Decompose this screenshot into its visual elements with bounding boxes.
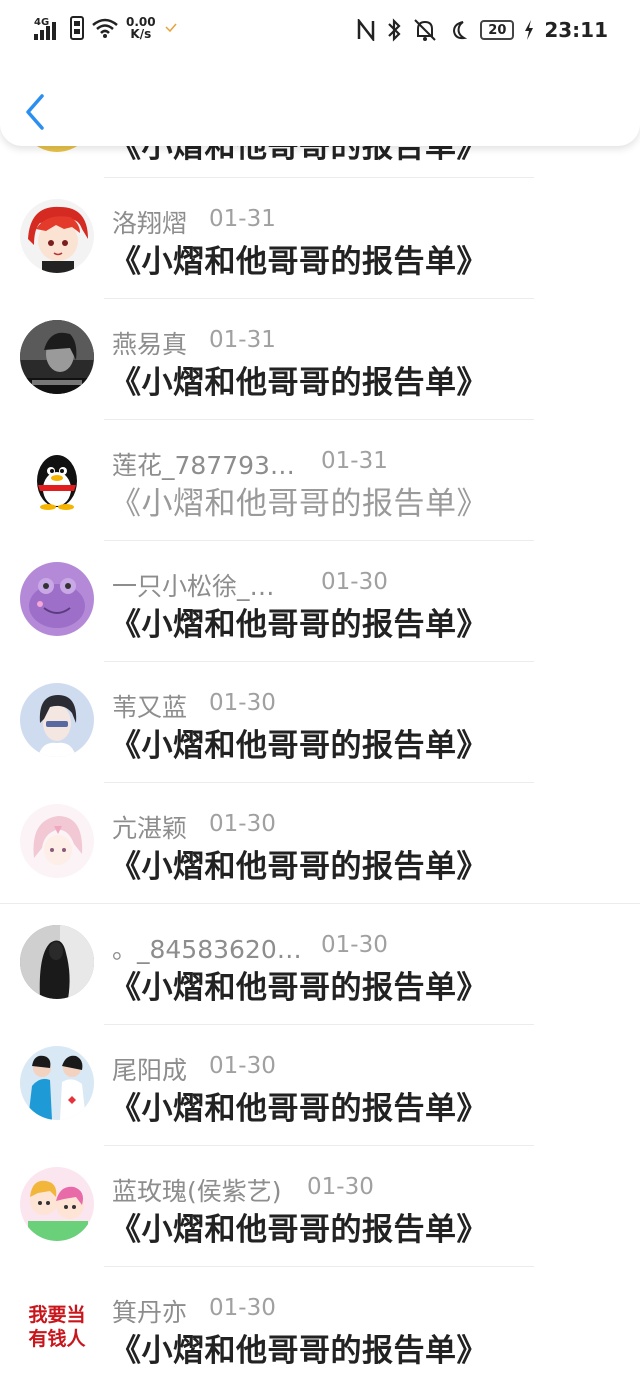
clock: 23:11 bbox=[544, 18, 608, 42]
avatar bbox=[20, 562, 94, 636]
avatar bbox=[20, 1046, 94, 1120]
message-date: 01-30 bbox=[307, 1174, 374, 1200]
nfc-icon bbox=[358, 19, 375, 41]
list-item[interactable]: 莲花_787793… 01-31 《小熠和他哥哥的报告单》 bbox=[0, 420, 640, 541]
sender-name: 莲花_787793… bbox=[112, 451, 295, 480]
avatar bbox=[20, 199, 94, 273]
avatar bbox=[20, 925, 94, 999]
bluetooth-icon bbox=[388, 18, 401, 42]
chevron-left-icon[interactable] bbox=[22, 92, 48, 132]
message-date: 01-30 bbox=[321, 932, 388, 958]
avatar-text-line1: 我要当 bbox=[28, 1303, 85, 1326]
sender-name: 尾阳成 bbox=[112, 1056, 188, 1085]
list-item[interactable]: 一只小松徐_… 01-30 《小熠和他哥哥的报告单》 bbox=[0, 541, 640, 662]
message-title: 《小熠和他哥哥的报告单》 bbox=[110, 486, 488, 522]
list-item[interactable]: 燕易真 01-31 《小熠和他哥哥的报告单》 bbox=[0, 299, 640, 420]
message-date: 01-30 bbox=[209, 1295, 276, 1321]
sender-name: 一只小松徐_… bbox=[112, 572, 275, 601]
list-item[interactable]: 苇又蓝 01-30 《小熠和他哥哥的报告单》 bbox=[0, 662, 640, 783]
message-date: 01-31 bbox=[321, 448, 388, 474]
list-item[interactable]: 。_84583620… 01-30 《小熠和他哥哥的报告单》 bbox=[0, 904, 640, 1025]
avatar-text-line2: 有钱人 bbox=[28, 1327, 86, 1350]
speed-unit: K/s bbox=[130, 27, 152, 41]
message-title: 《小熠和他哥哥的报告单》 bbox=[110, 849, 488, 885]
sender-name: 蓝玫瑰(侯紫艺) bbox=[112, 1177, 282, 1206]
message-date: 01-31 bbox=[209, 206, 276, 232]
moon-icon bbox=[453, 21, 468, 40]
sender-name: 燕易真 bbox=[112, 330, 188, 359]
message-title: 《小熠和他哥哥的报告单》 bbox=[110, 728, 488, 764]
avatar bbox=[20, 320, 94, 394]
avatar bbox=[20, 804, 94, 878]
sender-name: 苇又蓝 bbox=[112, 693, 188, 722]
message-title: 《小熠和他哥哥的报告单》 bbox=[110, 244, 488, 280]
message-list-screen: 《小熠和他哥哥的报告单》 洛翔熠 01-31 《小熠和他哥哥的报告单》 燕易真 … bbox=[0, 0, 640, 1387]
message-title: 《小熠和他哥哥的报告单》 bbox=[110, 607, 488, 643]
message-title: 《小熠和他哥哥的报告单》 bbox=[110, 970, 488, 1006]
message-title: 《小熠和他哥哥的报告单》 bbox=[110, 365, 488, 401]
status-bar: 4G 0.00 K/s 20 23:11 bbox=[0, 0, 640, 64]
text-avatar: 我要当 有钱人 bbox=[20, 1288, 94, 1362]
qq-penguin-avatar bbox=[20, 441, 94, 515]
location-check-icon bbox=[165, 23, 177, 33]
wifi-icon bbox=[92, 18, 118, 38]
avatar bbox=[20, 1167, 94, 1241]
message-date: 01-30 bbox=[321, 569, 388, 595]
sender-name: 箕丹亦 bbox=[112, 1298, 188, 1327]
signal-icon: 4G bbox=[34, 17, 56, 40]
mute-bell-icon bbox=[414, 19, 437, 41]
charging-icon bbox=[525, 20, 534, 40]
sender-name: 。_84583620… bbox=[112, 935, 302, 964]
sender-name: 亢湛颖 bbox=[112, 814, 188, 843]
top-header: 4G 0.00 K/s 20 23:11 bbox=[0, 0, 640, 146]
message-title: 《小熠和他哥哥的报告单》 bbox=[110, 1212, 488, 1248]
sender-name: 洛翔熠 bbox=[112, 209, 188, 238]
list-item[interactable]: 蓝玫瑰(侯紫艺) 01-30 《小熠和他哥哥的报告单》 bbox=[0, 1146, 640, 1267]
network-speed: 0.00 K/s bbox=[126, 16, 156, 40]
sim-icon bbox=[70, 16, 84, 40]
battery-level: 20 bbox=[480, 20, 515, 40]
message-date: 01-30 bbox=[209, 811, 276, 837]
message-date: 01-31 bbox=[209, 327, 276, 353]
list-item[interactable]: 亢湛颖 01-30 《小熠和他哥哥的报告单》 bbox=[0, 783, 640, 904]
message-title: 《小熠和他哥哥的报告单》 bbox=[110, 1333, 488, 1369]
message-title: 《小熠和他哥哥的报告单》 bbox=[110, 1091, 488, 1127]
list-item[interactable]: 我要当 有钱人 箕丹亦 01-30 《小熠和他哥哥的报告单》 bbox=[0, 1267, 640, 1387]
list-item[interactable]: 尾阳成 01-30 《小熠和他哥哥的报告单》 bbox=[0, 1025, 640, 1146]
avatar bbox=[20, 683, 94, 757]
list-item[interactable]: 洛翔熠 01-31 《小熠和他哥哥的报告单》 bbox=[0, 178, 640, 299]
message-date: 01-30 bbox=[209, 1053, 276, 1079]
message-date: 01-30 bbox=[209, 690, 276, 716]
